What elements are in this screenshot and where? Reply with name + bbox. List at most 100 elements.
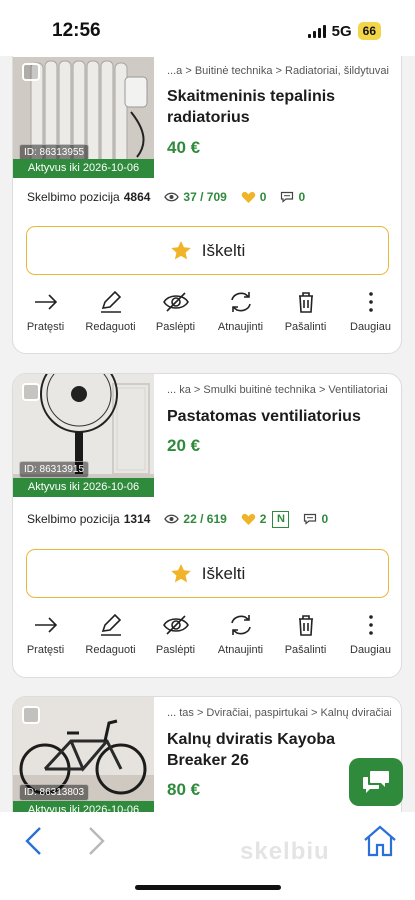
position-value: 1314 [123,512,151,526]
promote-label: Iškelti [201,240,246,260]
arrow-right-icon [34,617,57,633]
views-stat: 37 / 709 [164,190,227,204]
favorites-stat: 2 [241,512,267,526]
hide-label: Paslėpti [155,644,196,656]
select-checkbox[interactable] [22,383,40,401]
more-vertical-icon [368,615,373,635]
chevron-left-icon [25,827,41,855]
promote-button[interactable]: Iškelti [26,549,389,598]
battery-icon: 66 [357,22,381,40]
refresh-icon [230,292,251,312]
extend-label: Pratęsti [26,644,65,656]
views-value: 22 / 619 [183,512,227,526]
action-bar: Pratęsti Redaguoti Paslėpti Atnaujinti P… [13,614,401,672]
more-button[interactable]: Daugiau [338,291,401,349]
heart-icon [241,513,256,525]
star-icon [170,564,191,583]
delete-button[interactable]: Pašalinti [273,614,338,672]
eye-off-icon [162,615,189,635]
refresh-button[interactable]: Atnaujinti [208,291,273,349]
refresh-label: Atnaujinti [217,321,264,333]
delete-button[interactable]: Pašalinti [273,291,338,349]
more-vertical-icon [368,292,373,312]
edit-button[interactable]: Redaguoti [78,614,143,672]
breadcrumb: ... ka > Smulki buitinė technika > Venti… [167,384,388,396]
eye-icon [164,514,180,524]
messages-stat: 0 [280,190,305,204]
browser-bottom-bar: skelbiu [0,812,415,900]
favorites-value: 2 [259,512,267,526]
validity-banner: Aktyvus iki 2026-10-06 [13,159,154,178]
validity-banner: Aktyvus iki 2026-10-06 [13,478,154,497]
views-stat: 22 / 619 [164,512,227,526]
delete-label: Pašalinti [284,321,327,333]
select-checkbox[interactable] [22,706,40,724]
views-value: 37 / 709 [183,190,227,204]
extend-button[interactable]: Pratęsti [13,291,78,349]
refresh-label: Atnaujinti [217,644,264,656]
back-button[interactable] [20,826,48,861]
favorites-value: 0 [259,190,267,204]
position-label: Skelbimo pozicija [27,190,120,204]
watermark-logo: skelbiu [240,838,330,865]
listing-stats: Skelbimo pozicija 4864 37 / 709 0 0 [27,186,391,208]
extend-label: Pratęsti [26,321,65,333]
home-icon [364,825,396,857]
trash-icon [298,615,313,636]
promote-label: Iškelti [201,563,246,583]
listing-card[interactable]: ID: 86313915 Aktyvus iki 2026-10-06 ... … [12,373,402,678]
eye-off-icon [162,292,189,312]
select-checkbox[interactable] [22,63,40,81]
listing-title[interactable]: Skaitmeninis tepalinis radiatorius [167,86,391,128]
hide-button[interactable]: Paslėpti [143,291,208,349]
listing-thumbnail[interactable]: ID: 86313955 [13,57,154,167]
listing-card[interactable]: ID: 86313955 Aktyvus iki 2026-10-06 ...a… [12,34,402,354]
breadcrumb: ... tas > Dviračiai, paspirtukai > Kalnų… [167,707,391,719]
star-icon [170,241,191,260]
status-indicators: 5G 66 [307,22,381,40]
delete-label: Pašalinti [284,644,327,656]
chevron-right-icon [89,827,105,855]
forward-button[interactable] [82,826,110,861]
chat-bubbles-icon [363,771,389,793]
pencil-icon [100,614,121,636]
listing-thumbnail[interactable]: ID: 86313915 [13,374,154,484]
edit-label: Redaguoti [85,321,136,333]
pencil-icon [100,291,121,313]
network-type: 5G [331,22,352,40]
message-icon [281,191,294,203]
chat-button[interactable] [349,758,403,806]
listing-title[interactable]: Pastatomas ventiliatorius [167,406,391,427]
hide-button[interactable]: Paslėpti [143,614,208,672]
eye-icon [164,192,180,202]
listing-id: ID: 86313915 [19,461,90,478]
more-button[interactable]: Daugiau [338,614,401,672]
listing-price: 20 € [167,436,201,455]
messages-value: 0 [321,512,329,526]
favorites-stat: 0 [241,190,267,204]
home-indicator [135,885,281,890]
arrow-right-icon [34,294,57,310]
position-label: Skelbimo pozicija [27,512,120,526]
listing-id: ID: 86313803 [19,784,90,801]
status-time: 12:56 [52,20,101,41]
status-bar: 12:56 5G 66 [0,0,415,56]
signal-icon [307,24,326,38]
breadcrumb: ...a > Buitinė technika > Radiatoriai, š… [167,65,389,77]
trash-icon [298,292,313,313]
promote-button[interactable]: Iškelti [26,226,389,275]
messages-stat: 0 [303,512,328,526]
heart-icon [241,191,256,203]
home-button[interactable] [362,824,398,863]
listing-price: 40 € [167,138,201,157]
listing-price: 80 € [167,780,201,799]
extend-button[interactable]: Pratęsti [13,614,78,672]
hide-label: Paslėpti [155,321,196,333]
refresh-icon [230,615,251,635]
edit-label: Redaguoti [85,644,136,656]
listing-thumbnail[interactable]: ID: 86313803 [13,697,154,807]
refresh-button[interactable]: Atnaujinti [208,614,273,672]
message-icon [304,513,317,525]
new-favorites-badge: N [272,510,290,528]
edit-button[interactable]: Redaguoti [78,291,143,349]
